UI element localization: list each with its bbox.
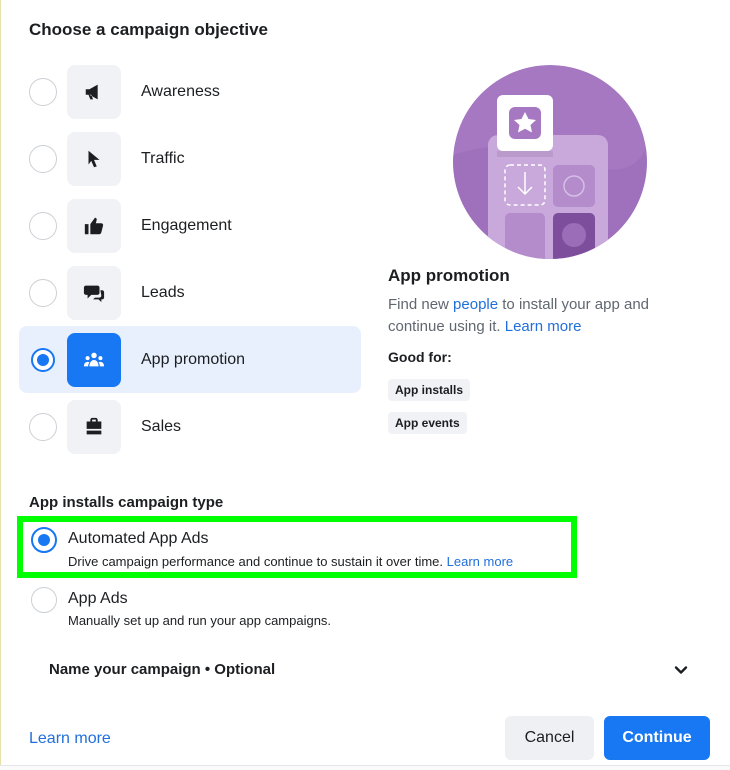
objective-label: App promotion xyxy=(141,350,246,368)
thumbs-up-icon xyxy=(67,198,121,253)
cursor-icon xyxy=(67,131,121,186)
name-campaign-label: Name your campaign • Optional xyxy=(49,661,276,678)
dialog-title: Choose a campaign objective xyxy=(29,20,269,39)
tag-app-installs: App installs xyxy=(388,379,471,401)
option-desc-automated: Drive campaign performance and continue … xyxy=(68,554,513,569)
radio-app-promotion[interactable] xyxy=(31,347,55,372)
good-for-label: Good for: xyxy=(388,349,452,365)
objective-label: Traffic xyxy=(141,149,185,167)
people-group-icon xyxy=(67,332,121,387)
objective-label: Sales xyxy=(141,417,182,435)
shopping-bag-icon xyxy=(67,399,121,454)
bottom-border xyxy=(0,765,730,770)
radio-awareness[interactable] xyxy=(29,77,57,106)
detail-desc-before: Find new xyxy=(388,296,454,313)
objective-label: Awareness xyxy=(141,82,220,100)
radio-engagement[interactable] xyxy=(29,211,57,240)
option-title-automated: Automated App Ads xyxy=(68,530,209,547)
app-promotion-illustration xyxy=(453,65,647,259)
detail-title: App promotion xyxy=(388,266,510,285)
cancel-button[interactable]: Cancel xyxy=(505,716,594,760)
detail-learn-more-link[interactable]: Learn more xyxy=(505,318,582,335)
objective-awareness[interactable]: Awareness xyxy=(19,58,361,125)
option-desc-app-ads: Manually set up and run your app campaig… xyxy=(68,613,332,628)
campaign-type-title: App installs campaign type xyxy=(29,494,224,511)
chat-bubbles-icon xyxy=(67,265,121,320)
option-title-app-ads: App Ads xyxy=(68,590,128,607)
objective-traffic[interactable]: Traffic xyxy=(19,125,361,192)
objective-app-promotion[interactable]: App promotion xyxy=(19,326,361,393)
objective-leads[interactable]: Leads xyxy=(19,259,361,326)
objective-list: Awareness Traffic Engagement Leads App p… xyxy=(19,58,361,460)
chevron-down-icon[interactable] xyxy=(673,662,689,678)
objective-engagement[interactable]: Engagement xyxy=(19,192,361,259)
continue-button[interactable]: Continue xyxy=(604,716,710,760)
radio-app-ads[interactable] xyxy=(31,587,57,613)
radio-sales[interactable] xyxy=(29,412,57,441)
name-campaign-section[interactable]: Name your campaign • Optional xyxy=(19,650,711,690)
people-link[interactable]: people xyxy=(453,296,498,313)
left-edge-line xyxy=(0,0,1,770)
automated-learn-more-link[interactable]: Learn more xyxy=(447,554,513,569)
radio-traffic[interactable] xyxy=(29,144,57,173)
objective-label: Leads xyxy=(141,283,185,301)
radio-automated-app-ads[interactable] xyxy=(31,527,57,553)
radio-leads[interactable] xyxy=(29,278,57,307)
option-desc-automated-text: Drive campaign performance and continue … xyxy=(68,554,444,569)
tag-app-events: App events xyxy=(388,412,467,434)
objective-sales[interactable]: Sales xyxy=(19,393,361,460)
footer-learn-more-link[interactable]: Learn more xyxy=(29,730,111,748)
detail-description: Find new people to install your app and … xyxy=(388,294,708,338)
megaphone-icon xyxy=(67,64,121,119)
objective-label: Engagement xyxy=(141,216,232,234)
